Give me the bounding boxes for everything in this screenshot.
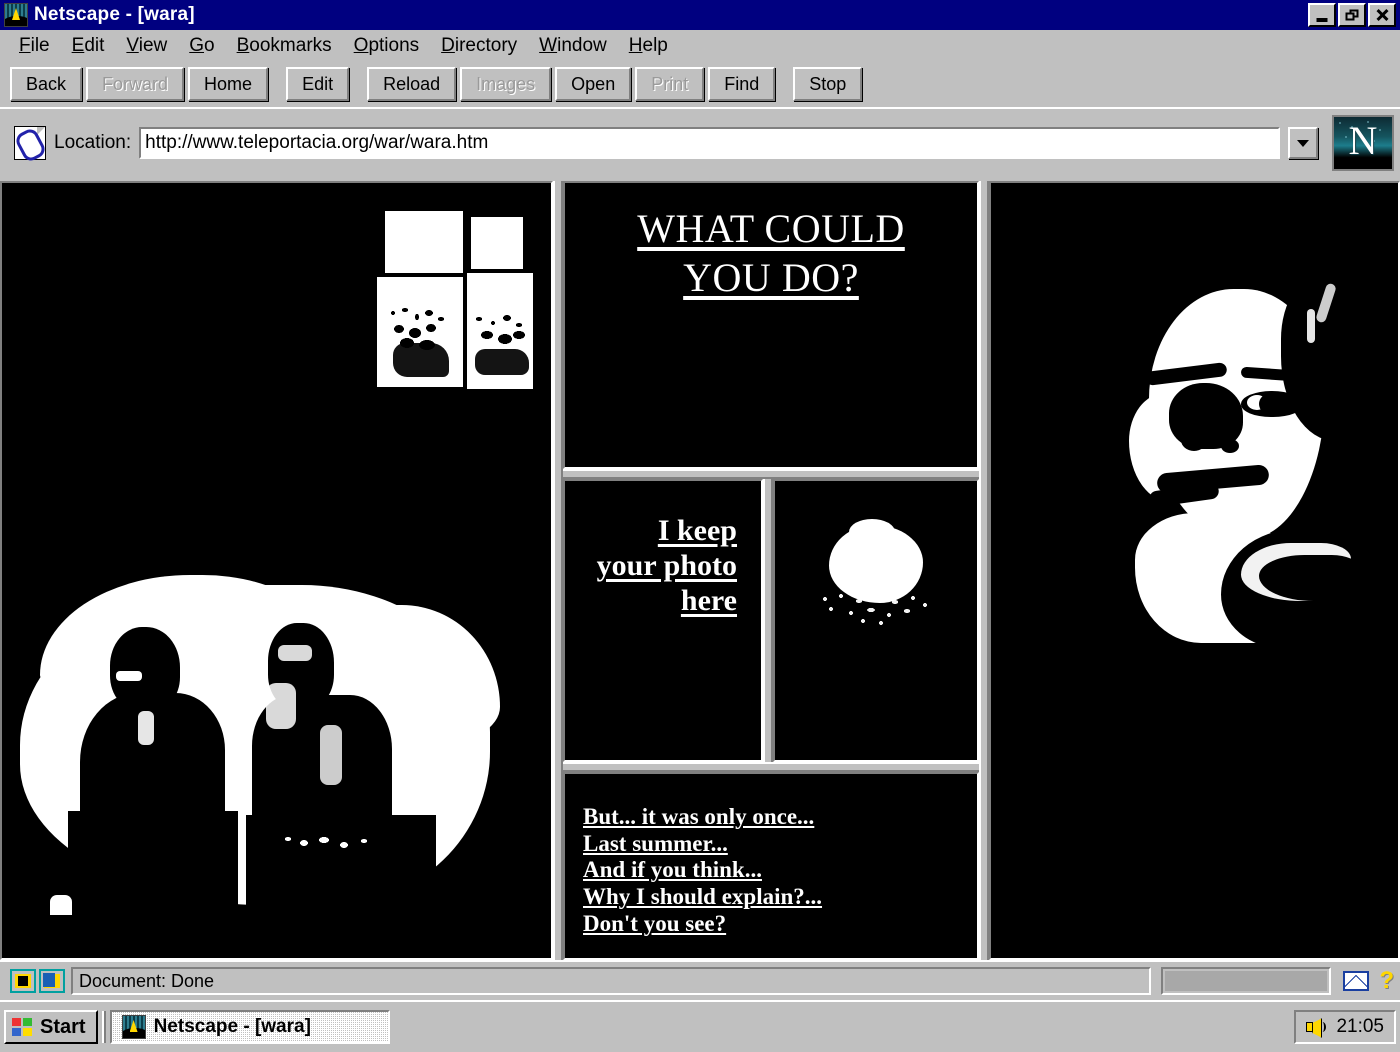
open-button[interactable]: Open — [555, 67, 632, 101]
frame-photo-link[interactable]: I keep your photo here — [563, 479, 763, 762]
netscape-window: Netscape - [wara] File Edit View Go Book… — [0, 0, 1400, 1052]
menu-bookmarks[interactable]: Bookmarks — [226, 33, 343, 59]
link-list: But... it was only once... Last summer..… — [565, 774, 977, 937]
menu-edit[interactable]: Edit — [61, 33, 116, 59]
broken-key-icon[interactable] — [39, 969, 65, 993]
status-bar: Document: Done ? — [0, 960, 1400, 1000]
photo-link-line-3: here — [680, 584, 737, 618]
two-figures-silhouette-image — [20, 575, 502, 943]
frame-heading[interactable]: WHAT COULD YOU DO? — [563, 181, 979, 469]
chevron-down-icon — [1297, 139, 1309, 147]
window-controls — [1308, 3, 1396, 27]
find-button[interactable]: Find — [708, 67, 776, 101]
system-tray: 21:05 — [1294, 1010, 1396, 1044]
start-button[interactable]: Start — [4, 1010, 98, 1044]
forward-button[interactable]: Forward — [86, 67, 185, 101]
menu-window[interactable]: Window — [528, 33, 618, 59]
menu-options[interactable]: Options — [343, 33, 430, 59]
speaker-icon[interactable] — [1306, 1018, 1327, 1038]
frame-links[interactable]: But... it was only once... Last summer..… — [563, 772, 979, 960]
face-portrait-image — [991, 183, 1398, 958]
link-dont-you-see[interactable]: Don't you see? — [583, 911, 977, 938]
frame-explosion[interactable] — [773, 479, 979, 762]
minimize-button[interactable] — [1308, 3, 1336, 27]
link-and-if-you-think[interactable]: And if you think... — [583, 857, 977, 884]
question-mark-icon[interactable]: ? — [1379, 969, 1394, 993]
security-key-icon[interactable] — [10, 969, 36, 993]
frame-middle-row: I keep your photo here — [563, 479, 979, 762]
photo-link-line-2: your photo — [596, 549, 737, 583]
menu-view-rest: iew — [138, 35, 168, 56]
link-why-i-should-explain[interactable]: Why I should explain?... — [583, 884, 977, 911]
title-bar: Netscape - [wara] — [0, 0, 1400, 30]
document-link-icon — [13, 126, 48, 164]
reload-button[interactable]: Reload — [367, 67, 457, 101]
menu-view[interactable]: View — [115, 33, 178, 59]
menu-bookmarks-rest: ookmarks — [249, 35, 332, 56]
netscape-n-letter: N — [1348, 118, 1378, 163]
close-button[interactable] — [1368, 3, 1396, 27]
frame-left[interactable] — [0, 181, 553, 960]
menu-bar: File Edit View Go Bookmarks Options Dire… — [0, 30, 1400, 63]
frame-divider-center-2[interactable] — [763, 479, 773, 762]
frame-divider-right[interactable] — [979, 181, 989, 960]
frame-center: WHAT COULD YOU DO? I keep your photo her… — [563, 181, 979, 960]
menu-go[interactable]: Go — [178, 33, 225, 59]
windows-flag-icon — [12, 1017, 34, 1037]
menu-help[interactable]: Help — [618, 33, 679, 59]
taskbar-divider — [101, 1011, 106, 1043]
frame-divider-center-3[interactable] — [563, 762, 979, 772]
edit-button[interactable]: Edit — [286, 67, 350, 101]
netscape-n-logo[interactable]: N — [1332, 115, 1394, 171]
home-button[interactable]: Home — [188, 67, 269, 101]
heading-line-1: WHAT COULD — [637, 206, 905, 251]
location-dropdown-button[interactable] — [1288, 127, 1318, 159]
frame-divider-left[interactable] — [553, 181, 563, 960]
location-bar: Location: http://www.teleportacia.org/wa… — [0, 109, 1400, 179]
menu-directory[interactable]: Directory — [430, 33, 528, 59]
page-heading: WHAT COULD YOU DO? — [565, 183, 977, 303]
location-input[interactable]: http://www.teleportacia.org/war/wara.htm — [139, 127, 1280, 159]
menu-window-rest: indow — [557, 35, 607, 56]
start-button-label: Start — [40, 1015, 86, 1038]
netscape-icon — [4, 3, 28, 27]
browser-content: WHAT COULD YOU DO? I keep your photo her… — [0, 179, 1400, 960]
menu-go-rest: o — [204, 35, 215, 56]
location-label: Location: — [54, 132, 132, 153]
taskbar-item-label: Netscape - [wara] — [153, 1016, 311, 1037]
explosion-cloud-image — [815, 519, 939, 649]
menu-file-rest: ile — [30, 35, 50, 56]
toolbar: Back Forward Home Edit Reload Images Ope… — [0, 63, 1400, 109]
menu-edit-rest: dit — [84, 35, 105, 56]
progress-bar — [1161, 967, 1332, 995]
taskbar: Start Netscape - [wara] 21:05 — [0, 1000, 1400, 1052]
frame-divider-center-1[interactable] — [563, 469, 979, 479]
clock[interactable]: 21:05 — [1336, 1016, 1384, 1038]
photo-link[interactable]: I keep your photo here — [565, 481, 761, 618]
heading-line-2: YOU DO? — [683, 254, 859, 300]
frame-right[interactable] — [989, 181, 1400, 960]
menu-file[interactable]: File — [8, 33, 61, 59]
menu-help-rest: elp — [642, 35, 668, 56]
back-button[interactable]: Back — [10, 67, 83, 101]
menu-directory-rest: irectory — [454, 35, 518, 56]
photo-link-line-1: I keep — [657, 514, 737, 547]
status-text: Document: Done — [71, 967, 1152, 995]
menu-options-rest: ptions — [368, 35, 420, 56]
restore-button[interactable] — [1338, 3, 1366, 27]
taskbar-item-netscape[interactable]: Netscape - [wara] — [109, 1010, 390, 1044]
mail-envelope-icon[interactable] — [1343, 971, 1370, 991]
link-last-summer[interactable]: Last summer... — [583, 831, 977, 858]
print-button[interactable]: Print — [635, 67, 705, 101]
netscape-icon — [121, 1015, 146, 1039]
link-but-it-was-only-once[interactable]: But... it was only once... — [583, 804, 977, 831]
windows-photo-collage-image — [2, 183, 551, 958]
stop-button[interactable]: Stop — [793, 67, 863, 101]
window-title: Netscape - [wara] — [34, 4, 195, 25]
images-button[interactable]: Images — [460, 67, 552, 101]
